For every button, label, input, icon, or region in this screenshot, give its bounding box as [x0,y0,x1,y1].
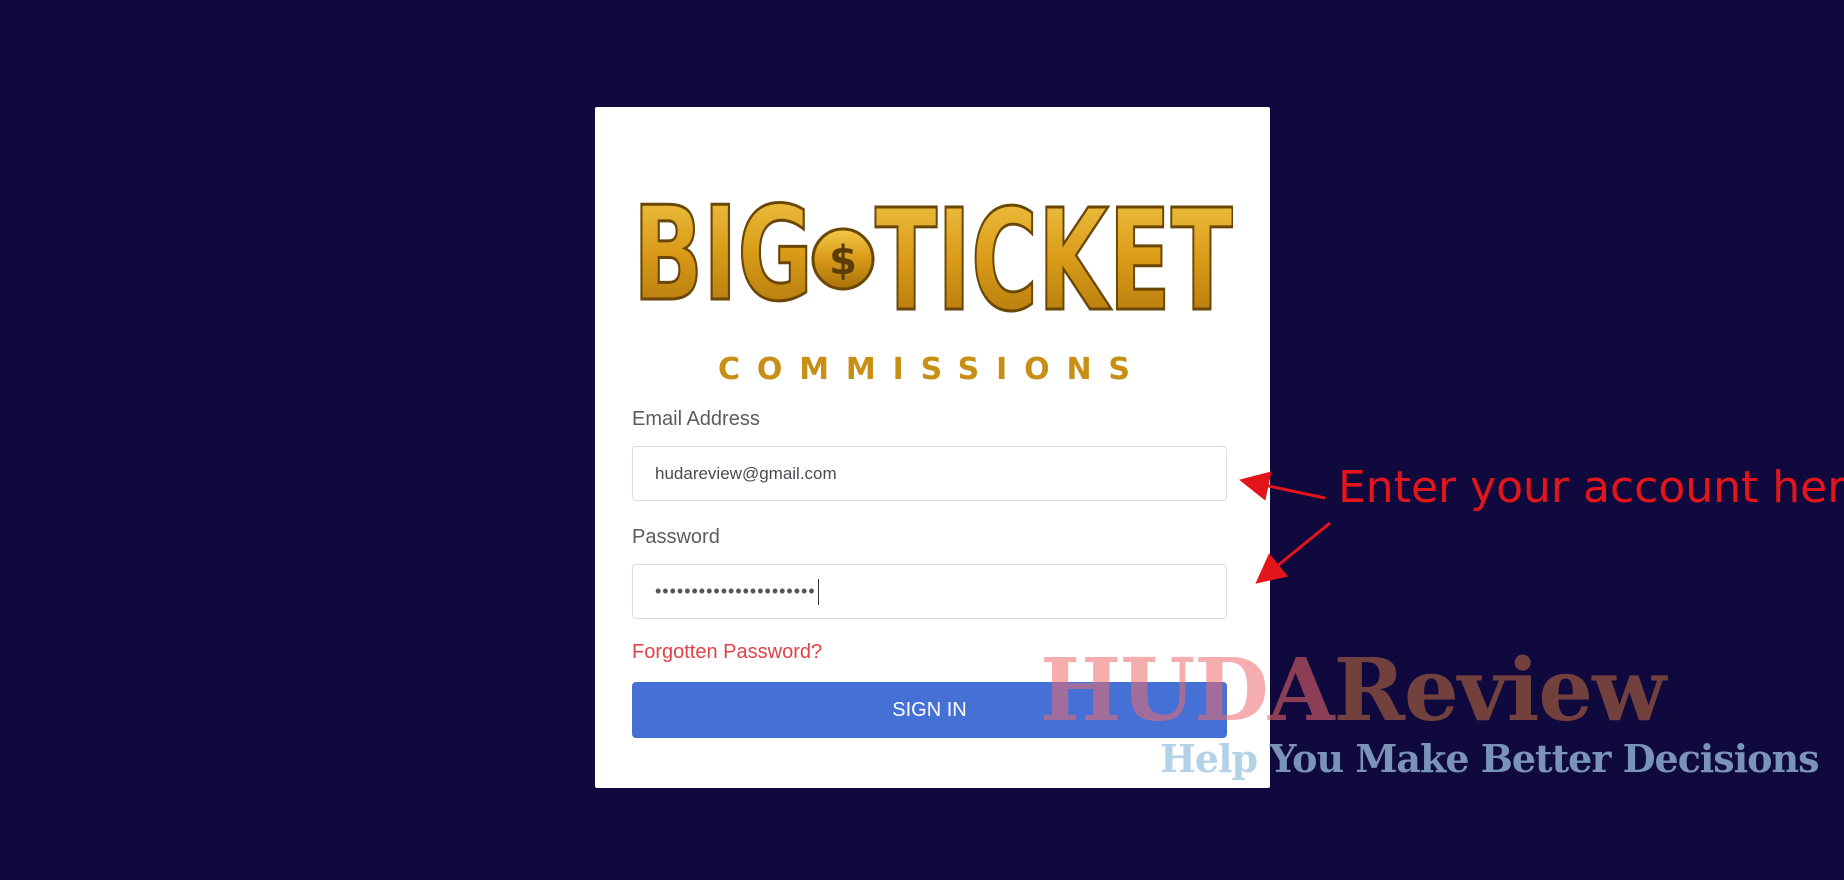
watermark-title-b: Review [1333,640,1667,741]
watermark-title-a: HUDA [1040,640,1335,741]
text-caret [817,578,820,605]
coin-dollar: $ [829,238,857,284]
watermark-title: HUDAReview [1040,640,1667,741]
big-ticket-commissions-logo: BIG $ TICKET COMMISSIONS [633,149,1233,389]
email-field[interactable]: hudareview@gmail.com [632,446,1227,501]
annotation-text: Enter your account here. [1338,462,1844,513]
email-value: hudareview@gmail.com [655,463,837,483]
forgot-password-link[interactable]: Forgotten Password? [632,641,822,664]
password-field[interactable]: •••••••••••••••••••••• [632,564,1227,619]
watermark-subtitle: Help You Make Better Decisions [1160,736,1819,781]
password-value: •••••••••••••••••••••• [655,581,816,601]
logo-ticket-text: TICKET [875,180,1233,343]
password-label: Password [632,526,720,548]
arrow-to-password [1255,521,1331,584]
logo-big-text: BIG [633,178,813,330]
logo-commissions-text: COMMISSIONS [718,352,1148,387]
email-label: Email Address [632,408,760,430]
logo-graphic: BIG $ TICKET COMMISSIONS [633,177,1233,388]
